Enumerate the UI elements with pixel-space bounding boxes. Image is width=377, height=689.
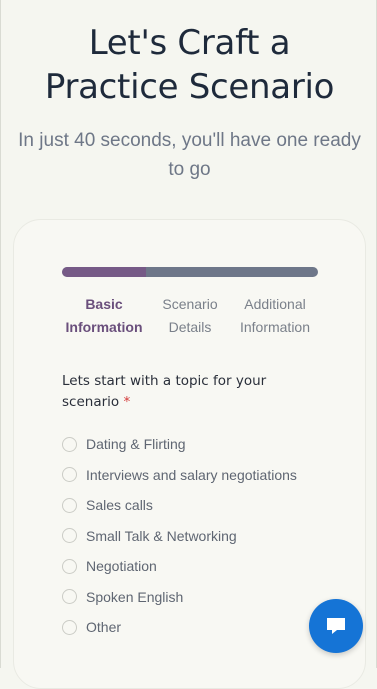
page-title-line1: Let's Craft a [88,23,291,63]
topic-option-label: Negotiation [86,558,157,575]
step-label-line1: Additional [244,296,306,312]
topic-question-text: Lets start with a topic for your scenari… [62,373,267,410]
topic-option-label: Spoken English [86,588,184,605]
progress-bar [62,267,318,277]
topic-option-sales-calls[interactable]: Sales calls [62,490,352,521]
topic-option-negotiation[interactable]: Negotiation [62,551,352,582]
topic-question: Lets start with a topic for your scenari… [62,371,322,413]
step-basic-information[interactable]: Basic Information [54,293,154,339]
step-label-line2: Information [65,319,143,335]
radio-button[interactable] [62,467,77,483]
radio-button[interactable] [62,619,77,635]
step-label-line1: Scenario [162,296,218,312]
radio-button[interactable] [62,436,77,452]
topic-option-label: Dating & Flirting [86,436,186,453]
page-title: Let's Craft a Practice Scenario [1,21,377,109]
page: Let's Craft a Practice Scenario In just … [0,0,377,689]
page-subtitle: In just 40 seconds, you'll have one read… [18,130,361,180]
topic-option-label: Other [86,619,122,636]
topic-options: Dating & Flirting Interviews and salary … [62,429,352,643]
step-label-line2: Information [239,319,311,335]
topic-option-label: Interviews and salary negotiations [86,466,297,483]
radio-button[interactable] [62,497,77,513]
topic-option-spoken-english[interactable]: Spoken English [62,582,352,613]
chat-button[interactable] [309,599,363,653]
page-title-line2: Practice Scenario [44,67,335,107]
topic-option-small-talk[interactable]: Small Talk & Networking [62,521,352,552]
step-label-line2: Details [168,319,212,335]
topic-option-dating[interactable]: Dating & Flirting [62,429,352,460]
radio-button[interactable] [62,589,77,605]
chat-bubble-icon [327,618,345,634]
required-marker: * [123,394,131,410]
step-scenario-details[interactable]: Scenario Details [153,293,227,339]
radio-button[interactable] [62,558,77,574]
progress-bar-fill [62,267,147,277]
radio-button[interactable] [62,528,77,544]
topic-option-interviews[interactable]: Interviews and salary negotiations [62,460,352,491]
topic-option-label: Small Talk & Networking [86,527,237,544]
topic-option-label: Sales calls [86,497,153,514]
step-additional-information[interactable]: Additional Information [230,293,320,339]
step-label-line1: Basic [85,296,123,312]
